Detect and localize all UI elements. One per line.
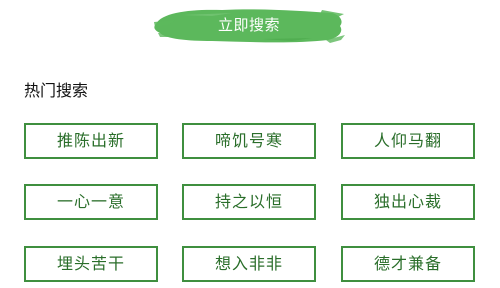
hot-search-tag[interactable]: 持之以恒 [182,184,316,220]
hot-search-tag[interactable]: 啼饥号寒 [182,123,316,159]
hot-search-tags: 推陈出新 啼饥号寒 人仰马翻 一心一意 持之以恒 独出心裁 埋头苦干 想入非非 … [0,0,500,288]
hot-search-tag[interactable]: 德才兼备 [341,246,475,282]
hot-search-tag[interactable]: 埋头苦干 [24,246,158,282]
hot-search-tag[interactable]: 推陈出新 [24,123,158,159]
hot-search-tag[interactable]: 一心一意 [24,184,158,220]
hot-search-tag[interactable]: 独出心裁 [341,184,475,220]
hot-search-tag[interactable]: 想入非非 [182,246,316,282]
hot-search-tag[interactable]: 人仰马翻 [341,123,475,159]
